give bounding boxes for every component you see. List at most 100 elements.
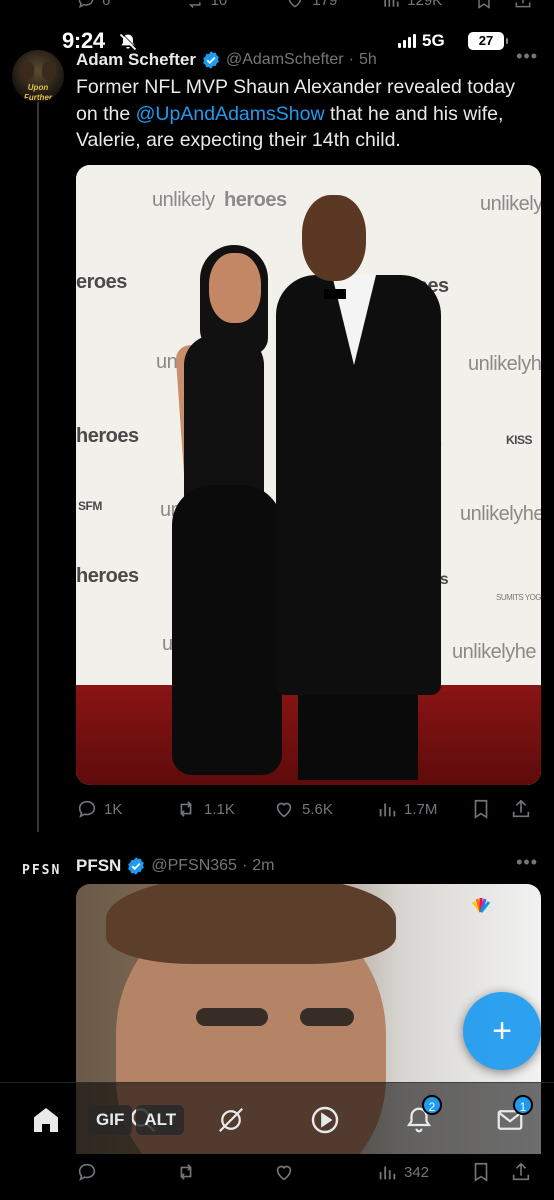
reply-button[interactable]: 1K xyxy=(76,798,174,820)
reply-count: 1K xyxy=(104,800,123,818)
nav-videos[interactable] xyxy=(308,1103,342,1137)
repost-button[interactable] xyxy=(174,1161,272,1183)
thread-line xyxy=(37,96,39,832)
views-icon xyxy=(384,0,399,7)
backdrop-logo: SUMITS YOGA xyxy=(496,593,541,602)
woman-dress xyxy=(172,485,282,775)
grok-icon xyxy=(218,1107,244,1133)
previous-tweet-actions: 6 10 179 129K xyxy=(76,0,542,14)
play-icon xyxy=(311,1106,339,1134)
home-icon xyxy=(34,1108,58,1132)
like-button[interactable] xyxy=(272,1161,376,1183)
views-icon xyxy=(379,803,396,817)
media-badges: GIF ALT xyxy=(88,1105,185,1135)
bookmark-icon xyxy=(478,0,490,9)
views-count: 1.7M xyxy=(404,800,438,818)
share-icon xyxy=(512,1162,530,1181)
verified-badge-icon xyxy=(203,51,219,69)
share-button[interactable] xyxy=(510,798,540,820)
more-options-icon[interactable]: ••• xyxy=(516,46,538,67)
alt-badge[interactable]: ALT xyxy=(136,1105,185,1135)
more-options-icon[interactable]: ••• xyxy=(516,852,538,873)
battery-level: 27 xyxy=(478,33,494,48)
avatar[interactable]: Upon Further xyxy=(12,50,64,102)
plus-icon: + xyxy=(492,1011,512,1050)
author-name[interactable]: PFSN xyxy=(76,856,121,876)
compose-button[interactable]: + xyxy=(463,992,541,1070)
separator: · xyxy=(241,857,248,874)
messages-badge: 1 xyxy=(513,1095,533,1115)
backdrop-logo: heroes xyxy=(224,189,287,211)
tweet-header: PFSN @PFSN365 · 2m xyxy=(76,854,275,878)
player-hair xyxy=(106,884,396,964)
bottom-nav: 2 1 xyxy=(0,1082,554,1154)
repost-icon xyxy=(188,2,201,9)
woman-face xyxy=(209,253,261,323)
backdrop-logo: unlikelyhe xyxy=(468,353,541,375)
tweet-photo[interactable]: unlikely heroes unlikely eroes heroes un… xyxy=(76,165,541,785)
views-button[interactable]: 1.7M xyxy=(376,798,470,820)
repost-count: 10 xyxy=(210,0,228,9)
reply-button[interactable]: 6 xyxy=(76,0,183,10)
verified-badge-icon xyxy=(128,857,145,875)
repost-button[interactable]: 1.1K xyxy=(174,798,272,820)
backdrop-logo: heroes xyxy=(76,425,139,447)
avatar-face xyxy=(20,62,34,80)
repost-icon xyxy=(180,801,192,817)
timestamp[interactable]: 5h xyxy=(359,51,377,69)
heart-icon xyxy=(276,1165,292,1181)
views-icon xyxy=(379,1166,396,1180)
gif-badge[interactable]: GIF xyxy=(88,1105,133,1135)
nav-notifications[interactable]: 2 xyxy=(402,1095,442,1137)
repost-count: 1.1K xyxy=(204,800,235,818)
woman-dress-top xyxy=(184,335,264,505)
reply-icon xyxy=(78,0,94,9)
views-button[interactable]: 342 xyxy=(376,1161,470,1183)
heart-icon xyxy=(276,802,292,818)
reply-icon xyxy=(78,800,96,819)
eye-black xyxy=(300,1008,354,1026)
mention-link[interactable]: @UpAndAdamsShow xyxy=(136,103,325,125)
tweet-header: Adam Schefter @AdamSchefter · 5h xyxy=(76,48,514,72)
tweet-text: Former NFL MVP Shaun Alexander revealed … xyxy=(76,74,538,154)
nav-home[interactable] xyxy=(29,1103,63,1137)
bookmark-button[interactable] xyxy=(474,0,513,10)
reply-count: 6 xyxy=(102,0,111,9)
like-button[interactable]: 5.6K xyxy=(272,798,376,820)
like-count: 179 xyxy=(312,0,338,9)
bookmark-button[interactable] xyxy=(470,798,510,820)
views-count: 342 xyxy=(404,1163,430,1181)
nav-grok[interactable] xyxy=(214,1103,248,1137)
eye-black xyxy=(196,1008,268,1026)
reply-icon xyxy=(78,1163,96,1182)
repost-icon xyxy=(180,1164,192,1180)
share-button[interactable] xyxy=(513,0,542,10)
backdrop-logo: unlikelyhe xyxy=(452,641,536,663)
views-count: 129K xyxy=(407,0,443,9)
backdrop-logo: unlikely xyxy=(480,193,541,215)
backdrop-logo: heroes xyxy=(76,565,139,587)
avatar-caption: Upon Further xyxy=(24,83,52,102)
heart-icon xyxy=(288,0,302,8)
timestamp[interactable]: 2m xyxy=(252,857,274,875)
author-handle[interactable]: @PFSN365 xyxy=(151,857,237,875)
nbc-logo-icon xyxy=(471,898,491,913)
avatar[interactable]: PFSN xyxy=(22,864,59,900)
backdrop-logo: SFM xyxy=(78,499,102,513)
notification-badge: 2 xyxy=(422,1095,442,1115)
man-face xyxy=(302,195,366,281)
reply-button[interactable] xyxy=(76,1161,174,1183)
repost-button[interactable]: 10 xyxy=(183,0,285,10)
backdrop-logo: unlikelyhe xyxy=(460,503,541,525)
avatar-face xyxy=(42,62,56,80)
bookmark-button[interactable] xyxy=(470,1161,510,1183)
like-button[interactable]: 179 xyxy=(284,0,381,10)
views-button[interactable]: 129K xyxy=(381,0,474,10)
share-button[interactable] xyxy=(510,1161,540,1183)
share-icon xyxy=(512,799,530,818)
author-handle[interactable]: @AdamSchefter xyxy=(226,51,344,69)
share-icon xyxy=(515,0,531,8)
nav-messages[interactable]: 1 xyxy=(493,1095,533,1137)
author-name[interactable]: Adam Schefter xyxy=(76,50,196,70)
tweet-actions: 342 xyxy=(76,1158,542,1186)
